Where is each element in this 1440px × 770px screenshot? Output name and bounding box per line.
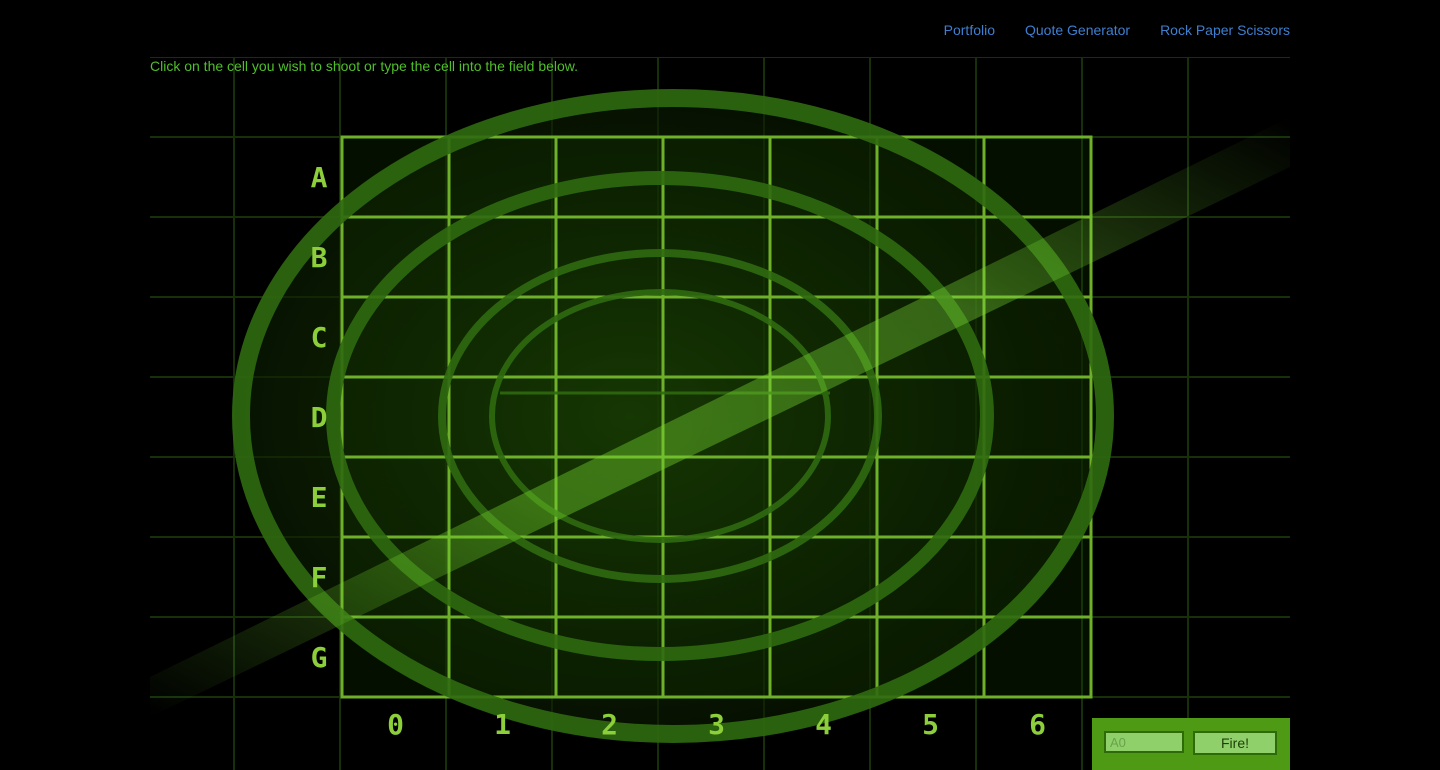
fire-panel: Fire! xyxy=(1092,718,1290,770)
instructions-text: Click on the cell you wish to shoot or t… xyxy=(150,58,579,74)
board-cell-D5[interactable] xyxy=(875,375,986,459)
row-label-E: E xyxy=(311,481,328,514)
board-cell-D1[interactable] xyxy=(447,375,558,459)
radar-board: A B C D E F G 0 1 2 3 4 5 6 xyxy=(150,57,1290,770)
row-label-D: D xyxy=(311,401,328,434)
board-cell-D6[interactable] xyxy=(982,375,1093,459)
board-cell-E3[interactable] xyxy=(661,455,772,539)
column-label-5: 5 xyxy=(922,708,939,741)
nav-link-portfolio[interactable]: Portfolio xyxy=(944,22,995,38)
row-label-G: G xyxy=(311,641,328,674)
column-label-3: 3 xyxy=(708,708,725,741)
nav-link-rock-paper-scissors[interactable]: Rock Paper Scissors xyxy=(1160,22,1290,38)
row-label-F: F xyxy=(311,561,328,594)
column-label-2: 2 xyxy=(601,708,618,741)
board-cell-D0[interactable] xyxy=(340,375,451,459)
column-labels: 0 1 2 3 4 5 6 xyxy=(387,708,1046,741)
game-board: A B C D E F G 0 1 2 3 4 5 6 xyxy=(150,57,1290,770)
row-label-A: A xyxy=(311,161,328,194)
fire-button[interactable]: Fire! xyxy=(1193,731,1277,755)
top-nav: Portfolio Quote Generator Rock Paper Sci… xyxy=(944,22,1290,38)
column-label-4: 4 xyxy=(815,708,832,741)
row-label-C: C xyxy=(311,321,328,354)
nav-link-quote-generator[interactable]: Quote Generator xyxy=(1025,22,1130,38)
column-label-1: 1 xyxy=(494,708,511,741)
row-label-B: B xyxy=(311,241,328,274)
board-cell-C3[interactable] xyxy=(661,295,772,379)
column-label-0: 0 xyxy=(387,708,404,741)
column-label-6: 6 xyxy=(1029,708,1046,741)
cell-input[interactable] xyxy=(1104,731,1184,753)
